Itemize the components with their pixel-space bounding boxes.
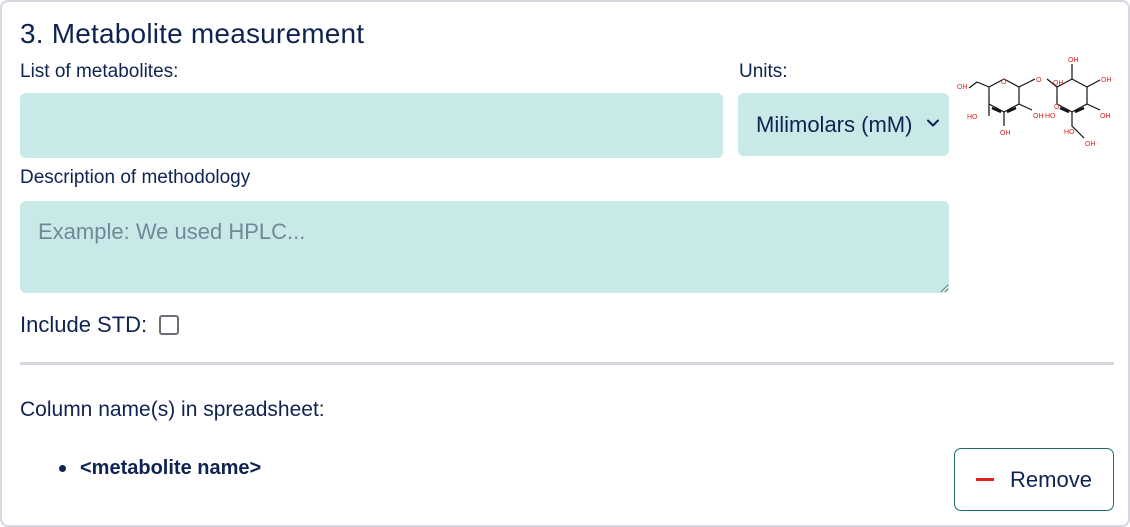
minus-icon [976,478,995,481]
bullet-icon [59,465,66,472]
atom-label: OH [957,84,968,91]
metabolites-input[interactable] [20,93,723,158]
metabolite-measurement-card: 3. Metabolite measurement List of metabo… [0,0,1130,527]
include-std-row: Include STD: [20,312,180,338]
column-names-list: <metabolite name> [59,457,261,480]
atom-label: O [1001,79,1007,86]
units-select[interactable]: Milimolars (mM) [738,93,949,156]
atom-label: OH [1100,113,1111,120]
column-names-heading: Column name(s) in spreadsheet: [20,398,325,421]
section-title: 3. Metabolite measurement [20,18,365,49]
include-std-label: Include STD: [20,312,148,337]
list-item: <metabolite name> [59,457,261,480]
atom-label: HO [967,114,978,121]
atom-label: OH [1068,57,1079,64]
atom-label: O [1054,104,1060,111]
description-textarea[interactable] [20,201,949,293]
include-std-checkbox[interactable] [159,315,180,335]
atom-label: OH [1053,80,1064,87]
atom-label: HO [1045,113,1056,120]
units-label: Units: [739,61,788,82]
remove-button[interactable]: Remove [954,448,1114,511]
description-label: Description of methodology [20,167,251,188]
metabolites-label: List of metabolites: [20,61,179,82]
atom-label: O [1036,77,1042,84]
chevron-down-icon [927,119,939,127]
units-selected-value: Milimolars (mM) [756,112,913,137]
column-name-text: <metabolite name> [80,457,262,479]
atom-label: OH [1033,113,1044,120]
disaccharide-structure-image: OH O O OH OH OH HO OH HO OH OH O HO OH [957,57,1112,148]
remove-button-label: Remove [1010,466,1092,492]
atom-label: HO [1064,129,1075,136]
atom-label: OH [1000,130,1011,137]
atom-label: OH [1085,141,1096,148]
atom-label: OH [1101,77,1112,84]
divider [20,362,1114,365]
